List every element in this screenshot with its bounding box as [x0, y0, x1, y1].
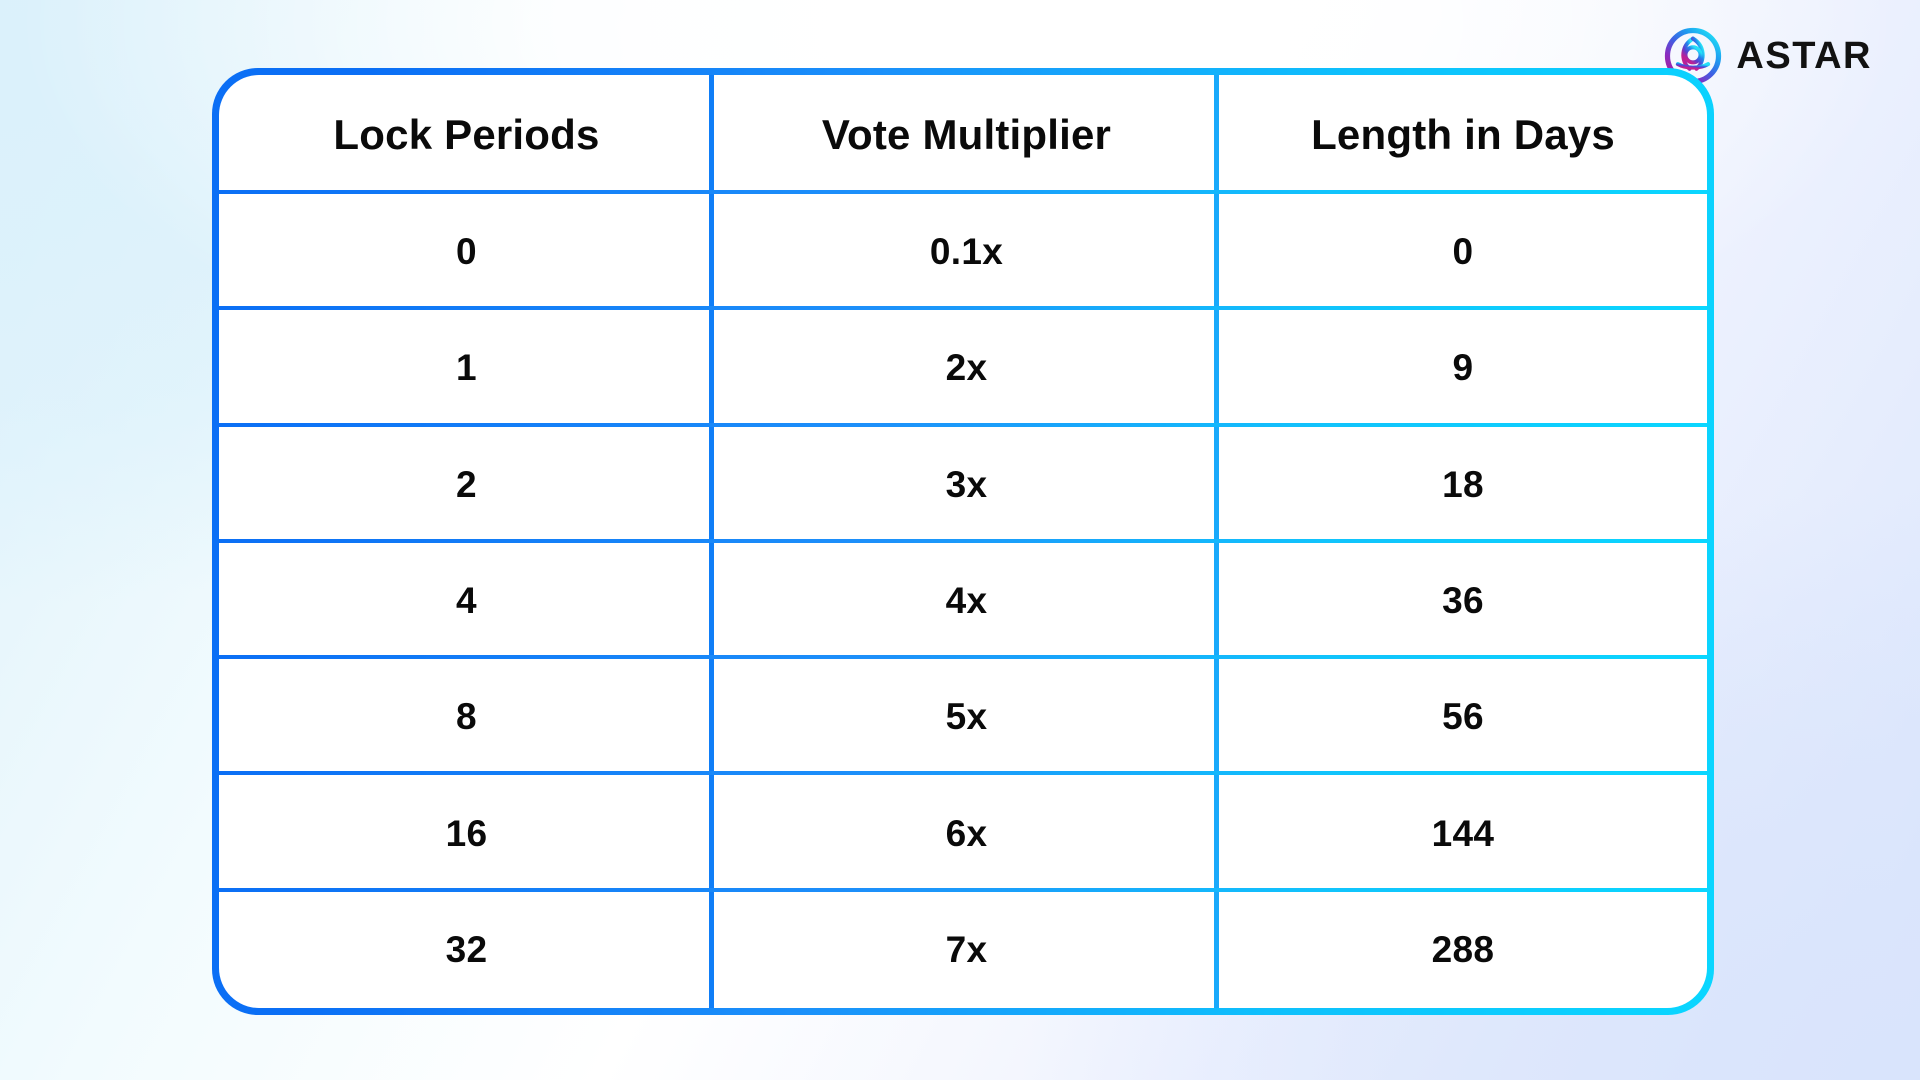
column-header-lock-periods: Lock Periods — [219, 75, 714, 194]
cell-lock-period: 2 — [219, 426, 714, 544]
cell-vote-multiplier: 3x — [714, 426, 1219, 544]
table-row: 32 7x 288 — [219, 891, 1707, 1008]
cell-length-in-days: 36 — [1442, 579, 1484, 621]
table-body-container: Lock Periods Vote Multiplier Length in D… — [219, 75, 1707, 1008]
cell-lock-period: 8 — [219, 659, 714, 776]
cell-lock-period: 16 — [219, 775, 714, 892]
cell-length-in-days: 56 — [1442, 696, 1484, 738]
lock-periods-table: Lock Periods Vote Multiplier Length in D… — [212, 68, 1714, 1015]
cell-lock-period: 1 — [219, 310, 714, 427]
cell-length-in-days: 18 — [1442, 463, 1484, 505]
cell-length-in-days: 0 — [1452, 231, 1474, 273]
cell-length-in-days: 144 — [1431, 812, 1495, 854]
column-header-length-in-days: Length in Days — [1311, 110, 1615, 158]
cell-lock-period: 32 — [219, 891, 714, 1008]
cell-lock-period: 0 — [219, 194, 714, 311]
table-row: 4 4x 36 — [219, 542, 1707, 660]
cell-lock-period: 4 — [219, 542, 714, 660]
table-row: 16 6x 144 — [219, 775, 1707, 892]
cell-vote-multiplier: 0.1x — [714, 194, 1219, 311]
table-row: 1 2x 9 — [219, 310, 1707, 427]
column-header-vote-multiplier: Vote Multiplier — [714, 75, 1219, 194]
table-row: 8 5x 56 — [219, 659, 1707, 776]
cell-length-in-days: 9 — [1452, 347, 1474, 389]
cell-vote-multiplier: 7x — [714, 891, 1219, 1008]
cell-vote-multiplier: 5x — [714, 659, 1219, 776]
table-row: 0 0.1x 0 — [219, 194, 1707, 311]
cell-vote-multiplier: 4x — [714, 542, 1219, 660]
cell-length-in-days: 288 — [1431, 928, 1495, 970]
astar-wordmark: ASTAR — [1736, 35, 1872, 77]
table-header-row: Lock Periods Vote Multiplier Length in D… — [219, 75, 1707, 194]
cell-vote-multiplier: 2x — [714, 310, 1219, 427]
table-row: 2 3x 18 — [219, 426, 1707, 544]
cell-vote-multiplier: 6x — [714, 775, 1219, 892]
